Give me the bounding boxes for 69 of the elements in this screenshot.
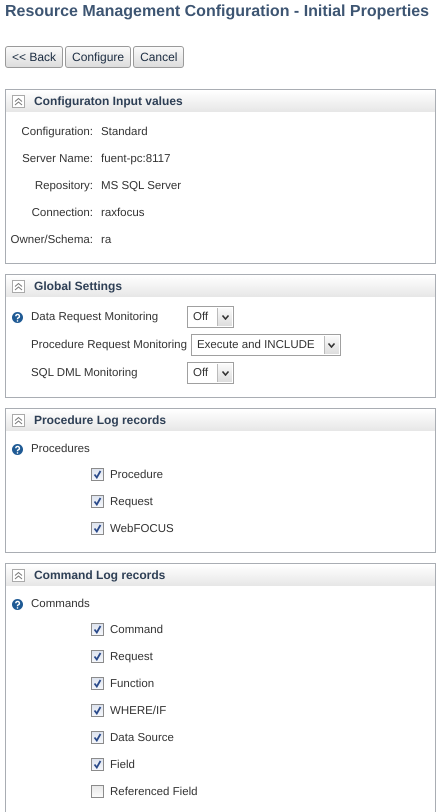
checkbox[interactable] [91,522,104,535]
field-label: Repository: [34,180,93,192]
checkbox-label: Field [110,758,135,770]
toolbar-button[interactable]: Configure [65,46,132,68]
field-value: MS SQL Server [101,180,182,192]
field-label: Configuration: [20,126,93,138]
dropdown[interactable]: Off [187,362,234,384]
collapse-button[interactable] [12,568,25,582]
checkbox[interactable] [91,731,104,744]
checkbox[interactable] [91,495,104,508]
collapse-button[interactable] [12,414,25,426]
checkbox-label: WebFOCUS [110,522,174,534]
checkmark-icon [93,524,102,533]
setting-label: SQL DML Monitoring [31,367,139,379]
checkbox-label: Procedure [110,468,164,480]
dropdown[interactable]: Execute and INCLUDE [190,334,341,356]
checkbox-label: WHERE/IF [110,704,166,716]
chevron-icon [222,314,229,320]
chevron-icon [222,370,229,376]
section-title: Command Log records [34,568,166,582]
checkmark-icon [93,733,102,742]
collapse-icon [14,416,23,424]
collapse-icon [14,282,23,290]
field-label: Connection: [30,206,93,218]
section-title: Global Settings [34,279,122,293]
collapse-button[interactable] [12,94,25,108]
checkmark-icon [93,706,102,715]
checkbox[interactable] [91,677,104,690]
toolbar-button[interactable]: << Back [5,46,64,68]
dropdown[interactable]: Off [187,306,234,328]
field-value: fuent-pc:8117 [101,152,170,164]
help-icon[interactable] [12,598,23,610]
chevron-icon [328,342,336,348]
checkmark-icon [93,760,102,769]
group-label: Procedures [31,443,90,455]
checkbox[interactable] [91,650,104,663]
checkbox[interactable] [91,468,104,481]
page-title: Resource Management Configuration - Initial Properties [5,2,430,22]
checkbox[interactable] [91,785,104,798]
checkmark-icon [93,470,102,479]
field-label: Server Name: [21,152,93,164]
checkbox-label: Request [110,496,153,508]
help-icon[interactable] [12,312,23,322]
group-label: Commands [31,598,90,610]
help-icon[interactable] [12,444,23,454]
checkbox[interactable] [91,758,104,771]
setting-label: Procedure Request Monitoring [31,339,188,351]
checkbox-label: Function [110,678,154,690]
checkbox-label: Request [110,650,153,662]
section-title: Procedure Log records [34,413,166,427]
checkbox[interactable] [91,623,104,636]
setting-label: Data Request Monitoring [31,311,160,323]
checkmark-icon [93,497,102,506]
section-title: Configuraton Input values [34,94,183,108]
checkbox[interactable] [91,704,104,717]
checkmark-icon [93,652,102,661]
checkmark-icon [93,625,102,634]
collapse-icon [14,96,23,106]
field-label: Owner/Schema: [10,234,93,246]
checkbox-label: Referenced Field [110,786,198,798]
toolbar-button[interactable]: Cancel [133,46,184,68]
checkbox-label: Data Source [110,732,174,744]
collapse-icon [14,570,23,580]
field-value: Standard [101,126,148,138]
field-value: ra [101,234,112,246]
checkmark-icon [93,679,102,688]
checkbox-label: Command [110,624,164,636]
collapse-button[interactable] [12,280,25,292]
field-value: raxfocus [101,206,144,218]
